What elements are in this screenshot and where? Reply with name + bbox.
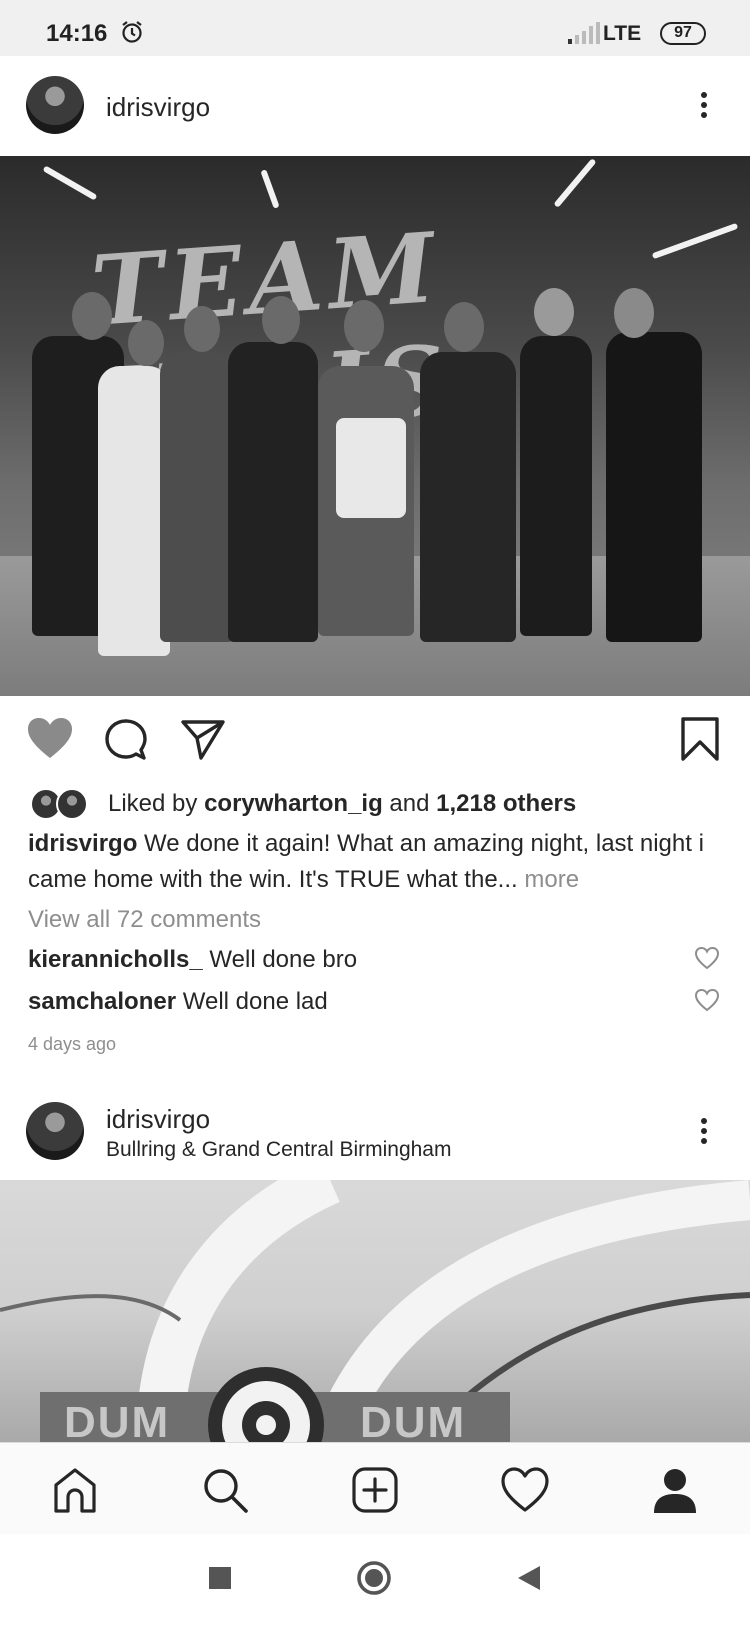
comment-username[interactable]: samchaloner — [28, 988, 176, 1015]
person — [606, 332, 702, 642]
ceiling-light — [42, 165, 98, 201]
post-timestamp: 4 days ago — [28, 1034, 117, 1054]
person — [420, 352, 516, 642]
share-icon[interactable] — [180, 718, 226, 762]
person — [228, 342, 318, 642]
like-heart-icon[interactable] — [26, 716, 74, 760]
liked-by-user[interactable]: corywharton_ig — [204, 790, 383, 817]
activity-heart-icon[interactable] — [500, 1465, 550, 1515]
post-caption: idrisvirgo We done it again! What an ama… — [28, 826, 724, 898]
search-icon[interactable] — [200, 1465, 250, 1515]
bottom-nav — [0, 1442, 750, 1534]
network-type: LTE — [603, 22, 642, 45]
caption-ellipsis: ... — [497, 866, 518, 893]
liked-by-row[interactable]: Liked by corywharton_ig and 1,218 others — [30, 784, 730, 824]
alarm-icon — [122, 21, 142, 43]
status-time: 14:16 — [46, 20, 108, 47]
add-post-icon[interactable] — [350, 1465, 400, 1515]
comment: kierannicholls_ Well done bro — [28, 946, 357, 974]
post-photo[interactable]: DUM DUM — [0, 1180, 750, 1442]
post-username[interactable]: idrisvirgo — [106, 1104, 210, 1135]
liked-by-text: Liked by corywharton_ig and 1,218 others — [108, 790, 576, 818]
android-nav-bar — [0, 1534, 750, 1625]
caption-more-link[interactable]: more — [518, 866, 579, 893]
status-bar: 14:16 LTE 97 — [0, 0, 750, 56]
post-username[interactable]: idrisvirgo — [106, 92, 210, 123]
post-actions — [0, 704, 750, 774]
comment-like-icon[interactable] — [694, 946, 720, 970]
recents-button[interactable] — [208, 1566, 232, 1590]
person-head — [72, 292, 112, 340]
more-options-icon[interactable] — [690, 1114, 718, 1154]
save-bookmark-icon[interactable] — [680, 716, 720, 762]
boxer-shorts — [336, 418, 406, 518]
likes-count[interactable]: 1,218 others — [436, 790, 576, 817]
back-button[interactable] — [516, 1564, 542, 1592]
post-header: idrisvirgo Bullring & Grand Central Birm… — [0, 1080, 750, 1180]
person-head — [262, 296, 300, 344]
avatar[interactable] — [26, 1102, 84, 1160]
sign-text-right: DUM — [360, 1398, 467, 1442]
view-all-comments-link[interactable]: View all 72 comments — [28, 906, 261, 934]
more-options-icon[interactable] — [690, 88, 718, 128]
liked-by-and: and — [382, 790, 437, 817]
battery-indicator: 97 — [660, 22, 706, 45]
liked-by-prefix: Liked by — [108, 790, 205, 817]
ceiling-light — [260, 169, 280, 209]
comment-text: Well done lad — [176, 988, 328, 1015]
post-photo[interactable]: TEAM IDRIS — [0, 156, 750, 696]
person-head — [128, 320, 164, 366]
person — [520, 336, 592, 636]
comment-username[interactable]: kierannicholls_ — [28, 946, 203, 973]
person-head — [184, 306, 220, 352]
comment-text: Well done bro — [202, 946, 358, 973]
post-location[interactable]: Bullring & Grand Central Birmingham — [106, 1138, 451, 1162]
comment-like-icon[interactable] — [694, 988, 720, 1012]
person-head — [444, 302, 484, 352]
comment-icon[interactable] — [104, 718, 148, 762]
avatar[interactable] — [26, 76, 84, 134]
liker-avatar — [56, 788, 88, 820]
signal-icon — [568, 22, 600, 44]
profile-icon[interactable] — [650, 1465, 700, 1515]
person-head — [614, 288, 654, 338]
person — [160, 352, 234, 642]
person-head — [344, 300, 384, 352]
comment: samchaloner Well done lad — [28, 988, 328, 1016]
sign-text-left: DUM — [64, 1398, 171, 1442]
post-header: idrisvirgo — [0, 56, 750, 156]
person-head — [534, 288, 574, 336]
home-button[interactable] — [356, 1560, 392, 1596]
caption-username[interactable]: idrisvirgo — [28, 830, 137, 857]
home-icon[interactable] — [50, 1465, 100, 1515]
